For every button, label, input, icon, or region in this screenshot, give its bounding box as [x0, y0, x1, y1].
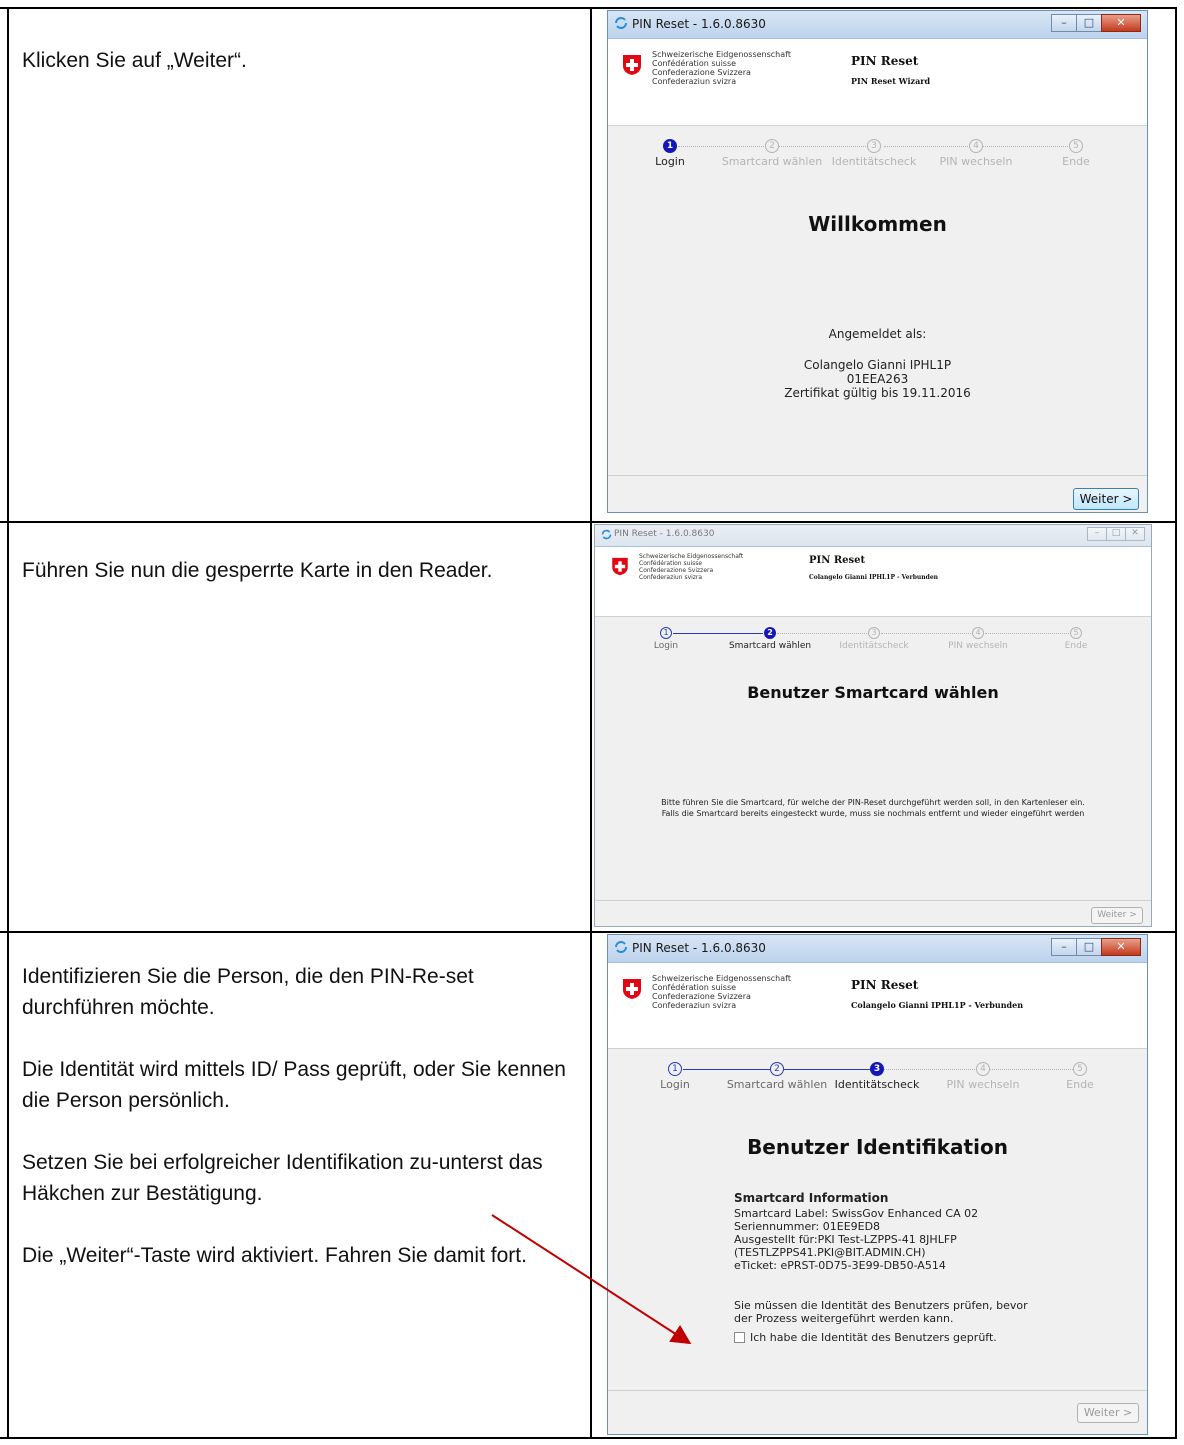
- red-arrow-annotation: [491, 1214, 692, 1345]
